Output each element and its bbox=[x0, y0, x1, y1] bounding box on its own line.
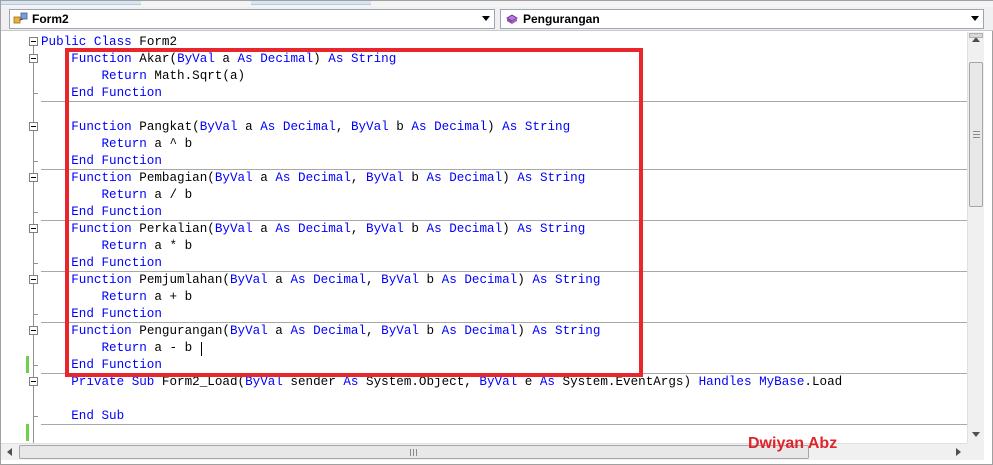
tab-strip-segment bbox=[251, 1, 371, 5]
code-text: sender bbox=[282, 375, 344, 389]
outline-end-tick bbox=[33, 93, 38, 94]
tab-strip-segment bbox=[1, 1, 141, 5]
vertical-scrollbar[interactable] bbox=[967, 32, 984, 443]
code-editor-window: Form2 Pengurangan Public Class Form2 Fun… bbox=[0, 0, 993, 465]
class-name-combo[interactable]: Form2 bbox=[9, 9, 495, 29]
collapse-toggle[interactable] bbox=[29, 326, 38, 335]
horizontal-scroll-thumb[interactable] bbox=[19, 445, 809, 459]
code-text: Form2 bbox=[131, 35, 178, 49]
annotation-highlight-box bbox=[65, 48, 643, 377]
code-keyword: Handles bbox=[698, 375, 752, 389]
code-text: .Load bbox=[804, 375, 843, 389]
scroll-right-arrow-icon[interactable] bbox=[956, 448, 961, 456]
thumb-grip bbox=[973, 134, 980, 135]
chevron-down-icon[interactable] bbox=[971, 16, 979, 21]
code-text: e bbox=[517, 375, 540, 389]
code-keyword: ByVal bbox=[479, 375, 518, 389]
code-keyword: Private Sub bbox=[71, 375, 155, 389]
editor-split-handle[interactable] bbox=[969, 33, 983, 38]
collapse-toggle[interactable] bbox=[29, 37, 38, 46]
scroll-down-arrow-icon[interactable] bbox=[972, 432, 980, 437]
thumb-grip bbox=[410, 449, 411, 456]
code-keyword: ByVal bbox=[245, 375, 283, 389]
changed-line-marker bbox=[26, 424, 29, 441]
author-watermark: Dwiyan Abz bbox=[748, 435, 838, 452]
chevron-down-icon[interactable] bbox=[482, 16, 490, 21]
outline-end-tick bbox=[33, 416, 38, 417]
code-keyword: As bbox=[343, 375, 359, 389]
collapse-toggle[interactable] bbox=[29, 224, 38, 233]
collapse-toggle[interactable] bbox=[29, 54, 38, 63]
code-text: System.Object, bbox=[358, 375, 480, 389]
class-name-label: Form2 bbox=[32, 12, 69, 26]
code-keyword: As bbox=[539, 375, 555, 389]
collapse-toggle[interactable] bbox=[29, 275, 38, 284]
method-name-combo[interactable]: Pengurangan bbox=[500, 9, 984, 29]
scroll-left-arrow-icon[interactable] bbox=[7, 448, 12, 456]
vertical-scroll-thumb[interactable] bbox=[969, 62, 983, 207]
code-text: Form2_Load( bbox=[154, 375, 246, 389]
thumb-grip bbox=[416, 449, 417, 456]
outline-end-tick bbox=[33, 161, 38, 162]
thumb-grip bbox=[973, 131, 980, 132]
procedure-separator bbox=[41, 424, 967, 425]
code-keyword: End Sub bbox=[71, 409, 125, 423]
collapse-toggle[interactable] bbox=[29, 173, 38, 182]
editor-gutter bbox=[1, 32, 39, 443]
collapse-toggle[interactable] bbox=[29, 122, 38, 131]
collapse-toggle[interactable] bbox=[29, 377, 38, 386]
code-text: System.EventArgs) bbox=[555, 375, 699, 389]
method-icon bbox=[503, 11, 521, 27]
thumb-grip bbox=[973, 137, 980, 138]
class-icon bbox=[12, 11, 30, 27]
outline-end-tick bbox=[33, 365, 38, 366]
code-line[interactable]: End Sub bbox=[41, 408, 124, 425]
changed-line-marker bbox=[26, 356, 29, 373]
code-keyword: MyBase bbox=[759, 375, 805, 389]
outline-end-tick bbox=[33, 263, 38, 264]
scrollbar-corner bbox=[967, 443, 984, 460]
outline-end-tick bbox=[33, 314, 38, 315]
outline-end-tick bbox=[33, 212, 38, 213]
thumb-grip bbox=[413, 449, 414, 456]
code-keyword: Public Class bbox=[41, 35, 132, 49]
method-name-label: Pengurangan bbox=[523, 12, 600, 26]
navigation-bar: Form2 Pengurangan bbox=[1, 7, 993, 31]
